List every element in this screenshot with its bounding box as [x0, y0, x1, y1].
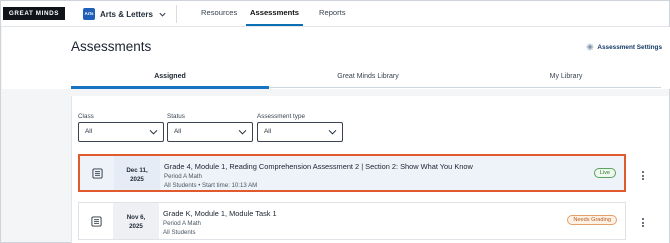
more-options-icon[interactable]	[640, 170, 646, 182]
status-filter-value: All	[174, 128, 182, 135]
page-header: Assessments Assessment Settings Assigned…	[2, 27, 670, 89]
document-list-icon	[91, 167, 103, 179]
app-window: GREAT MINDS Arts Arts & Letters Resource…	[0, 0, 670, 243]
great-minds-logo[interactable]: GREAT MINDS	[3, 7, 65, 20]
card-icon-box	[80, 156, 114, 190]
chevron-down-icon	[328, 129, 337, 135]
subject-icon: Arts	[83, 8, 95, 20]
card-class: Period A Math	[164, 173, 202, 180]
page-title: Assessments	[71, 39, 152, 54]
tab-reports[interactable]: Reports	[319, 1, 346, 26]
class-filter-select[interactable]: All	[78, 122, 164, 142]
assessment-type-filter-select[interactable]: All	[257, 122, 343, 142]
card-details: All Students • Start time: 10:13 AM	[164, 182, 258, 189]
status-filter-select[interactable]: All	[167, 122, 253, 142]
card-details: All Students	[163, 229, 196, 236]
document-list-icon	[90, 215, 102, 227]
assessment-card[interactable]: Nov 6, 2025 Grade K, Module 1, Module Ta…	[78, 202, 626, 240]
chevron-down-icon	[149, 129, 158, 135]
subject-label: Arts & Letters	[100, 9, 153, 19]
card-date-day: Nov 6,	[126, 214, 146, 221]
subtab-active-indicator	[71, 86, 269, 89]
status-filter-label: Status	[167, 113, 185, 120]
assessments-panel: Class All Status All Assessment type All	[71, 96, 669, 243]
card-icon-box	[79, 203, 113, 239]
card-class: Period A Math	[163, 220, 201, 227]
card-date: Nov 6, 2025	[113, 203, 159, 239]
assessment-card[interactable]: Dec 11, 2025 Grade 4, Module 1, Reading …	[78, 154, 626, 192]
top-nav: GREAT MINDS Arts Arts & Letters Resource…	[1, 1, 669, 27]
more-options-icon[interactable]	[640, 217, 646, 229]
card-title[interactable]: Grade 4, Module 1, Reading Comprehension…	[164, 162, 473, 171]
tab-resources[interactable]: Resources	[201, 1, 237, 26]
status-badge: Needs Grading	[567, 215, 617, 225]
card-date-year: 2025	[130, 176, 144, 183]
nav-divider	[176, 5, 177, 23]
status-badge: Live	[593, 168, 616, 178]
assessment-settings-link[interactable]: Assessment Settings	[586, 43, 662, 51]
class-filter-value: All	[85, 128, 93, 135]
card-date: Dec 11, 2025	[114, 156, 160, 190]
gear-icon	[587, 43, 594, 51]
assessment-type-filter-value: All	[264, 128, 272, 135]
card-date-day: Dec 11,	[126, 167, 148, 174]
subject-selector[interactable]: Arts Arts & Letters	[83, 6, 167, 22]
class-filter-label: Class	[78, 113, 94, 120]
assessment-settings-label: Assessment Settings	[597, 43, 662, 51]
chevron-down-icon	[238, 129, 247, 135]
chevron-down-icon	[159, 12, 166, 17]
tab-assessments[interactable]: Assessments	[246, 1, 303, 26]
card-title[interactable]: Grade K, Module 1, Module Task 1	[163, 209, 277, 218]
assessment-type-filter-label: Assessment type	[257, 113, 305, 120]
card-date-year: 2025	[129, 223, 143, 230]
